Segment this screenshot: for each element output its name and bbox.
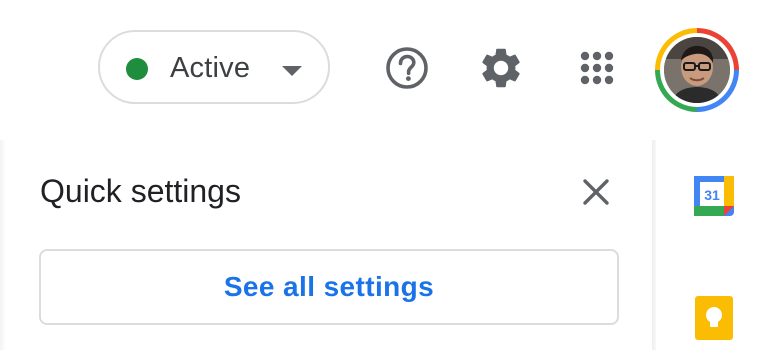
avatar-photo	[664, 37, 730, 103]
quick-settings-title: Quick settings	[40, 173, 241, 209]
gear-icon[interactable]	[477, 44, 525, 92]
google-keep-icon[interactable]	[692, 296, 736, 340]
help-icon[interactable]	[383, 44, 431, 92]
google-calendar-icon[interactable]: 31	[692, 174, 736, 218]
apps-grid-icon[interactable]	[573, 44, 621, 92]
caret-down-icon	[282, 66, 302, 76]
see-all-settings-button[interactable]: See all settings	[39, 249, 619, 325]
calendar-day: 31	[704, 187, 720, 203]
account-avatar[interactable]	[655, 28, 739, 112]
status-dropdown[interactable]: Active	[98, 30, 330, 104]
status-label: Active	[170, 52, 251, 84]
close-icon[interactable]	[578, 174, 614, 210]
panel-edge	[0, 140, 6, 350]
status-dot	[126, 58, 148, 80]
panel-divider	[652, 140, 656, 350]
